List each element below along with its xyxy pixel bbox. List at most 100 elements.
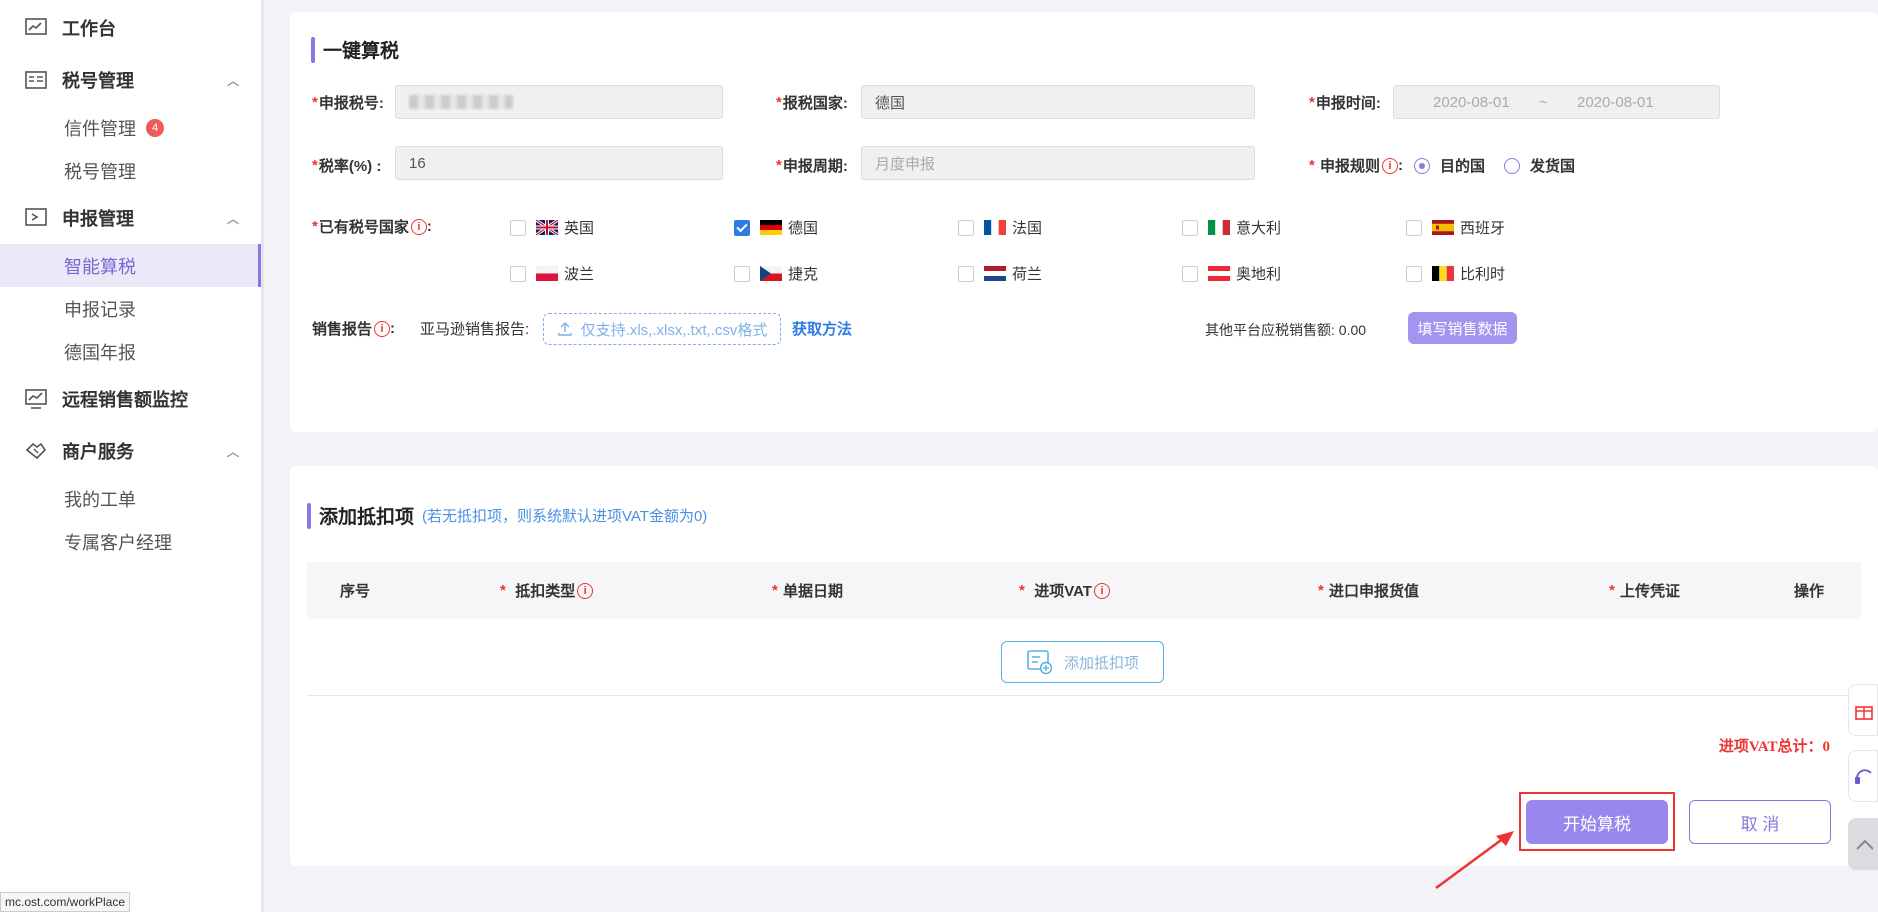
sidebar-item-tax-id[interactable]: 税号管理 bbox=[0, 149, 261, 192]
italy-flag-icon bbox=[1208, 220, 1230, 235]
rule-label: * 申报规则 i: bbox=[1309, 157, 1404, 175]
date-start[interactable]: 2020-08-01 bbox=[1433, 94, 1510, 111]
chart-monitor-icon bbox=[24, 387, 48, 411]
country-checkbox-nl[interactable]: 荷兰 bbox=[958, 263, 1042, 284]
country-checkbox-at[interactable]: 奥地利 bbox=[1182, 263, 1281, 284]
add-deduction-button[interactable]: 添加抵扣项 bbox=[1001, 641, 1164, 683]
country-checkbox-uk[interactable]: 英国 bbox=[510, 217, 594, 238]
col-action: 操作 bbox=[1794, 583, 1825, 600]
title-accent-bar bbox=[311, 36, 315, 63]
period-label: * 申报周期: bbox=[776, 155, 848, 176]
deduction-hint: (若无抵扣项，则系统默认进项VAT金额为0) bbox=[422, 508, 708, 525]
redacted-tax-id bbox=[409, 95, 513, 109]
required-mark: * bbox=[776, 94, 782, 111]
add-deduction-label: 添加抵扣项 bbox=[1063, 654, 1139, 672]
checkbox-icon[interactable] bbox=[734, 265, 750, 282]
country-checkbox-pl[interactable]: 波兰 bbox=[510, 263, 594, 284]
existing-countries-label: * 已有税号国家 i: bbox=[312, 218, 432, 236]
gift-float-button[interactable] bbox=[1848, 684, 1878, 736]
radio-shipping-label: 发货国 bbox=[1530, 158, 1576, 175]
country-checkbox-be[interactable]: 比利时 bbox=[1406, 263, 1505, 284]
chevron-up-icon: ︿ bbox=[226, 73, 239, 88]
nav-remote-sales[interactable]: 远程销售额监控 bbox=[0, 373, 261, 425]
sidebar-item-smart-calc[interactable]: 智能算税 bbox=[0, 244, 261, 287]
info-icon[interactable]: i bbox=[410, 218, 427, 235]
austria-flag-icon bbox=[1208, 266, 1230, 281]
nav-group-filing[interactable]: 申报管理 ︿ bbox=[0, 192, 261, 244]
checkbox-icon[interactable] bbox=[1406, 219, 1422, 236]
col-proof-text: 上传凭证 bbox=[1620, 583, 1681, 600]
start-calc-button[interactable]: 开始算税 bbox=[1526, 800, 1668, 844]
sidebar-item-annual[interactable]: 德国年报 bbox=[0, 330, 261, 373]
sidebar-item-manager[interactable]: 专属客户经理 bbox=[0, 520, 261, 563]
date-end[interactable]: 2020-08-01 bbox=[1577, 94, 1654, 111]
back-to-top-button[interactable] bbox=[1848, 818, 1878, 870]
sidebar-item-annual-label: 德国年报 bbox=[64, 342, 136, 363]
info-icon[interactable]: i bbox=[1093, 582, 1110, 599]
checkbox-icon[interactable] bbox=[1182, 219, 1198, 236]
country-label: * 报税国家: bbox=[776, 92, 848, 113]
sidebar-item-tickets[interactable]: 我的工单 bbox=[0, 477, 261, 520]
col-vat: * 进项VAT i bbox=[1019, 562, 1110, 619]
tax-id-label: * 申报税号: bbox=[312, 92, 384, 113]
sidebar-item-mail[interactable]: 信件管理 4 bbox=[0, 106, 261, 149]
country-label-text: 报税国家: bbox=[782, 95, 848, 112]
required-mark: * bbox=[1019, 582, 1025, 599]
nav-group-merchant[interactable]: 商户服务 ︿ bbox=[0, 425, 261, 477]
rate-field[interactable]: 16 bbox=[395, 146, 723, 180]
country-field[interactable]: 德国 bbox=[861, 85, 1255, 119]
country-name: 波兰 bbox=[564, 266, 595, 283]
country-checkbox-de[interactable]: 德国 bbox=[734, 217, 818, 238]
nav-workbench[interactable]: 工作台 bbox=[0, 2, 261, 54]
sidebar-item-records-label: 申报记录 bbox=[64, 299, 136, 320]
checkbox-icon[interactable] bbox=[510, 219, 526, 236]
cancel-button[interactable]: 取 消 bbox=[1689, 800, 1831, 844]
country-checkbox-fr[interactable]: 法国 bbox=[958, 217, 1042, 238]
country-name: 捷克 bbox=[788, 266, 819, 283]
checkbox-icon[interactable] bbox=[1182, 265, 1198, 282]
title-accent-bar bbox=[307, 502, 311, 529]
other-platform-value: 0.00 bbox=[1338, 322, 1367, 338]
tax-id-field[interactable] bbox=[395, 85, 723, 119]
upload-dropzone[interactable]: 仅支持.xls,.xlsx,.txt,.csv格式 bbox=[543, 313, 781, 345]
deduction-title-text: 添加抵扣项 bbox=[319, 507, 415, 528]
fill-sales-button[interactable]: 填写销售数据 bbox=[1408, 312, 1517, 344]
country-checkbox-it[interactable]: 意大利 bbox=[1182, 217, 1281, 238]
period-select[interactable]: 月度申报 bbox=[861, 146, 1255, 180]
sidebar-item-mail-label: 信件管理 bbox=[64, 118, 136, 139]
get-method-link[interactable]: 获取方法 bbox=[792, 318, 852, 339]
id-card-icon bbox=[24, 68, 48, 92]
other-platform-label: 其他平台应税销售额: 0.00 bbox=[1205, 320, 1366, 340]
info-icon[interactable]: i bbox=[1382, 157, 1399, 174]
chevron-up-icon: ︿ bbox=[226, 444, 239, 459]
input-vat-total: 进项VAT总计：0 bbox=[1718, 739, 1830, 755]
col-seq: 序号 bbox=[340, 583, 371, 600]
date-separator: ~ bbox=[1539, 93, 1548, 111]
gift-icon bbox=[1855, 706, 1873, 720]
radio-destination[interactable]: 目的国 bbox=[1414, 155, 1485, 176]
radio-empty-icon bbox=[1504, 157, 1520, 174]
checkbox-icon[interactable] bbox=[1406, 265, 1422, 282]
info-icon[interactable]: i bbox=[374, 320, 391, 337]
checkbox-checked-icon[interactable] bbox=[734, 219, 750, 236]
checkbox-icon[interactable] bbox=[958, 265, 974, 282]
country-name: 奥地利 bbox=[1236, 266, 1282, 283]
required-mark: * bbox=[312, 218, 318, 235]
date-range-field[interactable]: 2020-08-01 ~ 2020-08-01 bbox=[1393, 85, 1720, 119]
country-checkbox-es[interactable]: 西班牙 bbox=[1406, 217, 1505, 238]
sidebar-item-tax-id-label: 税号管理 bbox=[64, 161, 136, 182]
radio-shipping[interactable]: 发货国 bbox=[1504, 155, 1575, 176]
support-float-button[interactable] bbox=[1848, 750, 1878, 802]
nav-group-tax-id[interactable]: 税号管理 ︿ bbox=[0, 54, 261, 106]
sidebar-item-records[interactable]: 申报记录 bbox=[0, 287, 261, 330]
required-mark: * bbox=[1309, 157, 1315, 174]
required-mark: * bbox=[772, 582, 778, 599]
country-checkbox-cz[interactable]: 捷克 bbox=[734, 263, 818, 284]
chevron-up-icon: ︿ bbox=[226, 211, 239, 226]
existing-countries-label-text: 已有税号国家 bbox=[318, 219, 409, 236]
country-name: 德国 bbox=[788, 220, 819, 237]
checkbox-icon[interactable] bbox=[510, 265, 526, 282]
info-icon[interactable]: i bbox=[577, 582, 594, 599]
country-name: 西班牙 bbox=[1460, 220, 1506, 237]
checkbox-icon[interactable] bbox=[958, 219, 974, 236]
